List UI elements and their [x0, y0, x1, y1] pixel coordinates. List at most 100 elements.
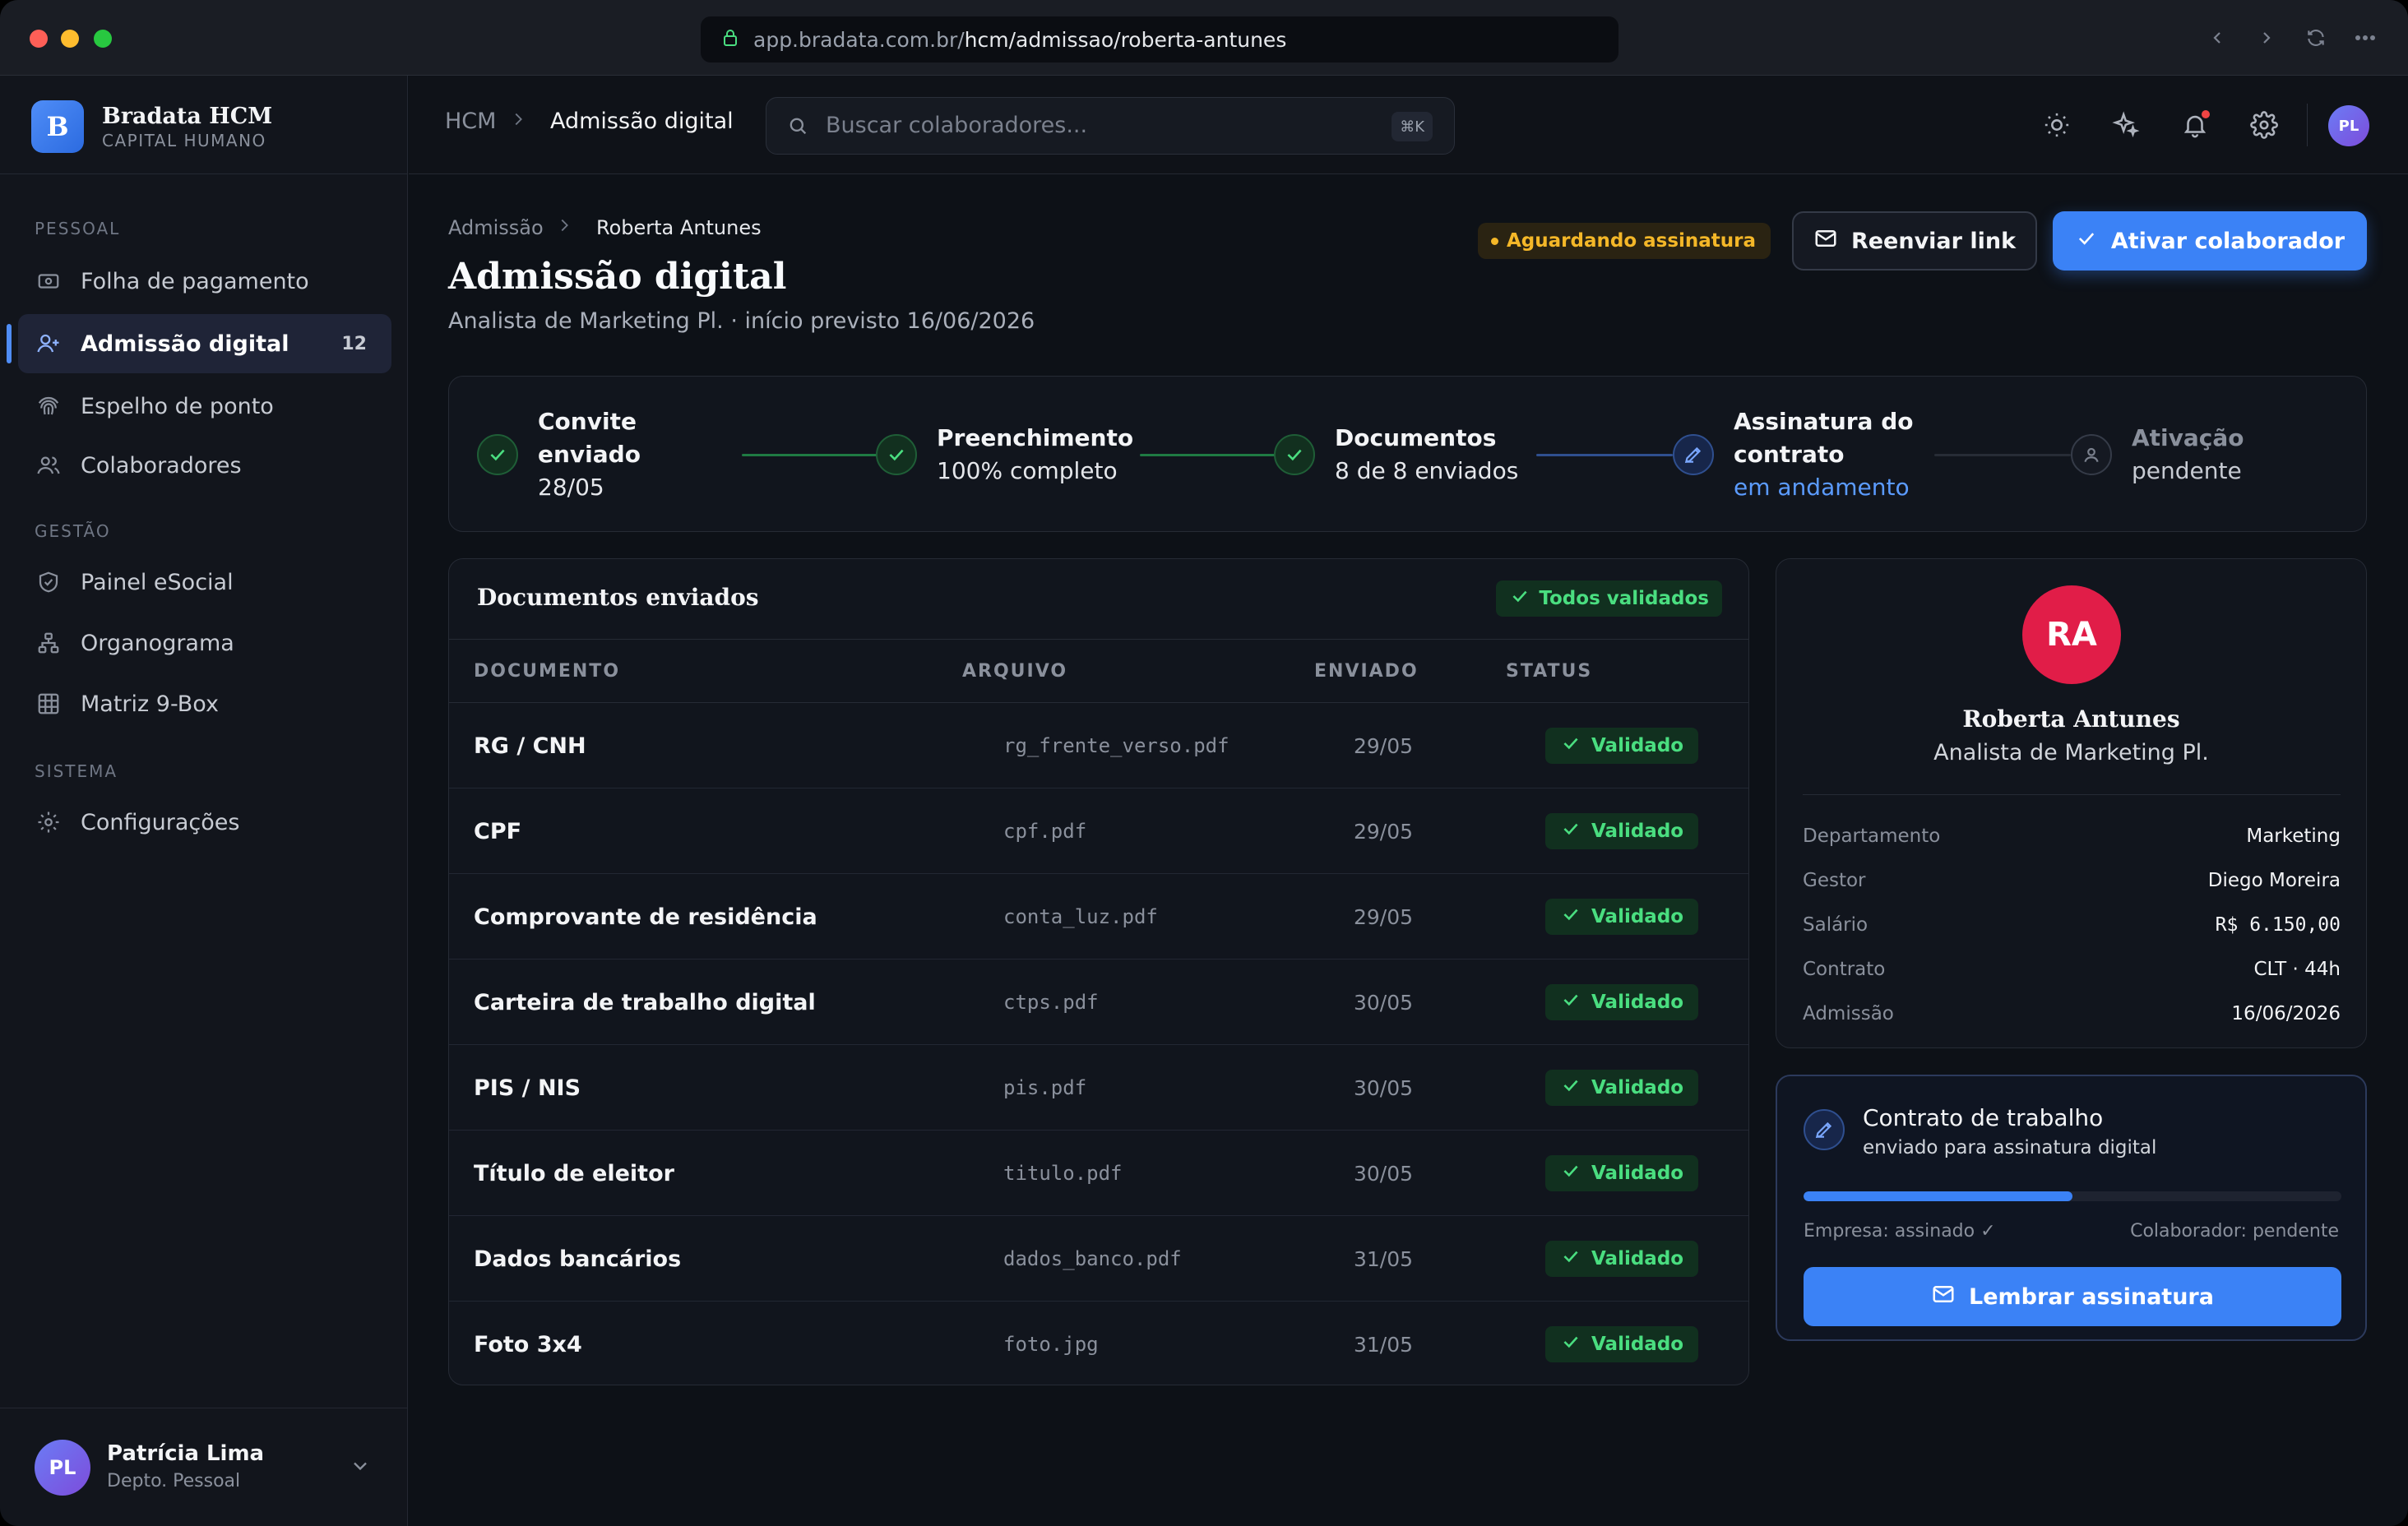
column-header-arquivo[interactable]: ARQUIVO: [962, 661, 1067, 682]
sidebar-item-colaboradores[interactable]: Colaboradores: [18, 436, 391, 495]
column-header-status[interactable]: STATUS: [1506, 661, 1592, 682]
table-row[interactable]: Dados bancários dados_banco.pdf 31/05 Valid…: [449, 1216, 1748, 1302]
minimize-window-button[interactable]: [61, 30, 79, 48]
document-name: Dados bancários: [474, 1246, 682, 1272]
section-label-pessoal: PESSOAL: [35, 219, 121, 238]
documents-title: Documentos enviados: [477, 584, 759, 611]
search-input[interactable]: Buscar colaboradores... ⌘K: [766, 97, 1455, 155]
sidebar-item-esocial[interactable]: Painel eSocial: [18, 553, 391, 612]
table-row[interactable]: Carteira de trabalho digital ctps.pdf 30/0…: [449, 960, 1748, 1045]
sidebar-item-admissao[interactable]: Admissão digital 12: [7, 314, 391, 373]
brand[interactable]: B Bradata HCM CAPITAL HUMANO: [31, 100, 272, 153]
status-cell: Validado: [1545, 1302, 1699, 1385]
contract-card: Contrato de trabalho enviado para assina…: [1776, 1075, 2367, 1341]
chevron-down-icon[interactable]: [349, 1454, 372, 1481]
sidebar-divider: [0, 173, 408, 174]
sent-date: 31/05: [1354, 1332, 1414, 1357]
brand-subtitle: CAPITAL HUMANO: [102, 130, 266, 150]
shield-check-icon: [35, 568, 63, 596]
section-label-gestao: GESTÃO: [35, 521, 111, 541]
file-name[interactable]: cpf.pdf: [1003, 788, 1086, 874]
table-row[interactable]: CPF cpf.pdf 29/05 Validado: [449, 788, 1748, 874]
resend-label: Reenviar link: [1850, 228, 2017, 254]
breadcrumb-admissao[interactable]: Admissão: [448, 216, 544, 239]
chevron-right-icon: [509, 110, 527, 132]
sun-icon[interactable]: [2040, 109, 2073, 141]
employee-signature-status: Colaborador: pendente: [2130, 1221, 2339, 1242]
back-icon[interactable]: [2204, 25, 2230, 51]
url-path: hcm/admissao/roberta-antunes: [964, 27, 1287, 52]
column-header-documento[interactable]: DOCUMENTO: [474, 661, 620, 682]
status-label: Validado: [1591, 735, 1684, 756]
step-ativacao: Ativação pendente: [2071, 377, 2244, 533]
search-placeholder: Buscar colaboradores...: [826, 113, 1088, 138]
activate-employee-button[interactable]: Ativar colaborador: [2053, 211, 2367, 271]
documents-header: Documentos enviados Todos validados: [449, 559, 1748, 640]
forward-icon[interactable]: [2253, 25, 2280, 51]
validated-badge: Validado: [1545, 728, 1699, 764]
reload-icon[interactable]: [2303, 25, 2329, 51]
close-window-button[interactable]: [30, 30, 48, 48]
status-label: Validado: [1591, 1077, 1684, 1098]
field-label: Gestor: [1803, 870, 1866, 891]
badge-label: Todos validados: [1539, 588, 1709, 609]
check-icon: [1560, 1075, 1581, 1101]
document-name: Foto 3x4: [474, 1331, 582, 1357]
file-name[interactable]: rg_frente_verso.pdf: [1003, 703, 1229, 788]
avatar[interactable]: PL: [2328, 105, 2369, 146]
profile-role: Analista de Marketing Pl.: [1933, 740, 2209, 765]
file-name[interactable]: pis.pdf: [1003, 1045, 1086, 1131]
check-icon: [1560, 904, 1581, 930]
validated-badge: Validado: [1545, 899, 1699, 935]
contract-title: Contrato de trabalho: [1863, 1104, 2104, 1131]
sidebar-item-9box[interactable]: Matriz 9-Box: [18, 674, 391, 733]
address-bar[interactable]: app.bradata.com.br/hcm/admissao/roberta-…: [701, 16, 1618, 62]
bell-icon[interactable]: [2179, 109, 2211, 141]
table-row[interactable]: RG / CNH rg_frente_verso.pdf 29/05 Validado: [449, 703, 1748, 788]
column-header-enviado[interactable]: ENVIADO: [1314, 661, 1419, 682]
current-user[interactable]: PL Patrícia Lima Depto. Pessoal: [0, 1408, 408, 1526]
table-row[interactable]: PIS / NIS pis.pdf 30/05 Validado: [449, 1045, 1748, 1131]
sent-date: 29/05: [1354, 733, 1414, 758]
file-name[interactable]: ctps.pdf: [1003, 960, 1099, 1045]
fingerprint-icon: [35, 392, 63, 420]
resend-link-button[interactable]: Reenviar link: [1792, 211, 2037, 271]
sparkles-icon[interactable]: [2109, 109, 2142, 141]
step-sub: 28/05: [538, 474, 604, 501]
field-value: Diego Moreira: [2207, 870, 2341, 891]
field-gestor: Gestor Diego Moreira: [1803, 870, 2341, 891]
check-icon: [1509, 585, 1530, 612]
topbar: HCM Admissão digital Buscar colaboradore…: [409, 76, 2408, 174]
maximize-window-button[interactable]: [94, 30, 112, 48]
avatar: RA: [2022, 585, 2121, 684]
sent-date: 30/05: [1354, 990, 1414, 1015]
sidebar-item-ponto[interactable]: Espelho de ponto: [18, 377, 391, 436]
sidebar-item-organograma[interactable]: Organograma: [18, 613, 391, 673]
table-row[interactable]: Título de eleitor titulo.pdf 30/05 Validado: [449, 1131, 1748, 1216]
gear-icon: [35, 808, 63, 836]
file-name[interactable]: conta_luz.pdf: [1003, 874, 1158, 960]
sent-date: 30/05: [1354, 1161, 1414, 1186]
remind-signature-button[interactable]: Lembrar assinatura: [1804, 1267, 2341, 1326]
field-departamento: Departamento Marketing: [1803, 825, 2341, 847]
sidebar-item-configuracoes[interactable]: Configurações: [18, 793, 391, 852]
file-name[interactable]: foto.jpg: [1003, 1302, 1099, 1385]
table-row[interactable]: Comprovante de residência conta_luz.pdf 29…: [449, 874, 1748, 960]
gear-icon[interactable]: [2248, 109, 2281, 141]
step-title: Documentos: [1335, 424, 1497, 451]
file-name[interactable]: dados_banco.pdf: [1003, 1216, 1182, 1302]
sidebar-item-label: Painel eSocial: [81, 569, 234, 595]
table-row[interactable]: Foto 3x4 foto.jpg 31/05 Validado: [449, 1302, 1748, 1385]
breadcrumb-hcm[interactable]: HCM: [445, 109, 496, 134]
document-name: PIS / NIS: [474, 1075, 581, 1101]
more-icon[interactable]: [2352, 25, 2378, 51]
section-label-sistema: SISTEMA: [35, 761, 118, 781]
sidebar-item-folha[interactable]: Folha de pagamento: [18, 252, 391, 311]
sidebar: B Bradata HCM CAPITAL HUMANO PESSOAL Fol…: [0, 76, 408, 1526]
status-label: Validado: [1591, 992, 1684, 1013]
step-sub: 8 de 8 enviados: [1335, 457, 1519, 484]
sidebar-item-label: Admissão digital: [81, 331, 289, 357]
file-name[interactable]: titulo.pdf: [1003, 1131, 1123, 1216]
sent-date: 29/05: [1354, 819, 1414, 844]
contract-subtitle: enviado para assinatura digital: [1863, 1137, 2157, 1158]
